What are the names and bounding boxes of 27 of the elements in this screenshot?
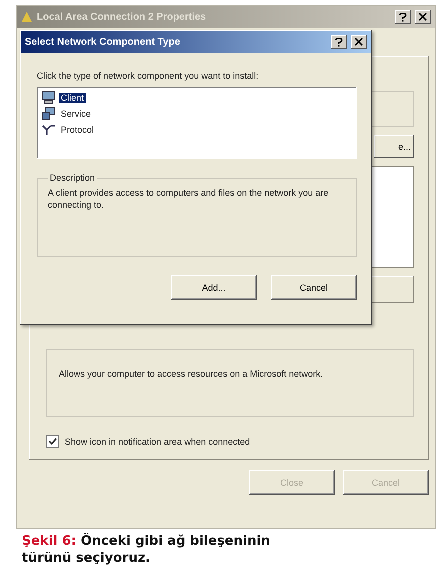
help-icon [399,12,407,22]
computer-stack-icon [42,107,56,121]
computer-icon [42,91,56,105]
help-button[interactable] [331,35,347,49]
dialog-title: Select Network Component Type [25,36,182,48]
description-text: Allows your computer to access resources on a Microsoft network. [59,368,324,380]
close-button[interactable] [351,35,367,49]
list-item[interactable]: Client [59,93,86,103]
component-list[interactable] [370,166,414,268]
prompt-text: Click the type of network component you want to install: [37,71,260,81]
list-item[interactable]: Service [59,109,94,119]
check-icon [48,438,56,445]
close-icon [419,13,427,21]
checkbox[interactable] [46,435,59,448]
help-button[interactable] [395,10,411,24]
figure-caption: Şekil 6: Önceki gibi ağ bileşeninin türünü seçiyoruz. [22,533,272,567]
dialog-button[interactable]: Add... [171,275,257,300]
close-button[interactable] [415,10,431,24]
configure-button[interactable]: e... [374,135,414,158]
list-item[interactable]: Protocol [59,125,96,135]
checkbox-label: Show icon in notification area when connected [65,436,250,446]
dialog-button[interactable]: Cancel [271,275,357,300]
group-title: Description [49,173,96,183]
close-icon [355,38,363,46]
window-title: Local Area Connection 2 Properties [37,12,208,22]
help-icon [335,38,343,46]
description-text: A client provides access to computers and files on the network you are connecting to. [48,187,330,211]
